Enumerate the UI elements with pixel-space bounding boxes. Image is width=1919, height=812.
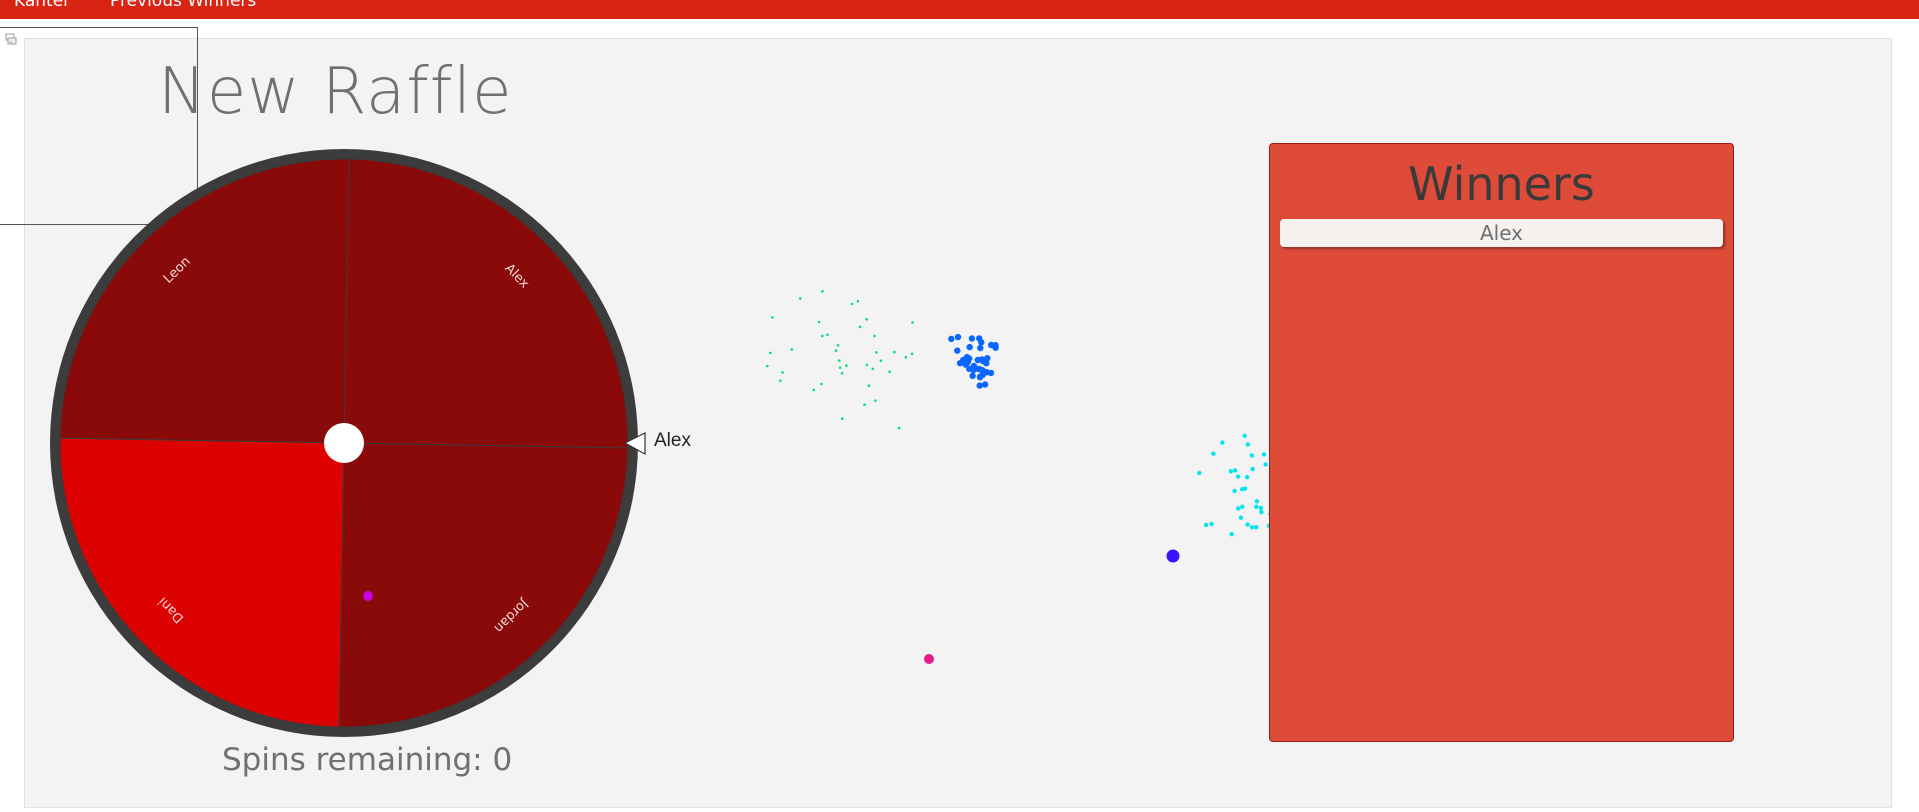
top-nav-bar: Kanter Previous Winners [0,0,1919,19]
wheel-segment-leon [59,158,350,444]
spins-remaining: Spins remaining: 0 [222,742,513,778]
winners-panel: Winners Alex [1269,143,1734,742]
broken-image-icon [5,33,17,45]
wheel-segment-alex [343,158,629,449]
selected-pointer-label: Alex [654,430,691,451]
winners-title: Winners [1408,157,1595,211]
wheel-center-hub [324,423,364,463]
nav-item-home[interactable]: Kanter [14,0,70,11]
wheel-segment-jordan [338,442,629,728]
nav-item-previous-winners[interactable]: Previous Winners [110,0,256,11]
raffle-wheel[interactable]: AlexJordanDaniLeon [40,140,660,760]
winner-entry: Alex [1280,219,1723,247]
page-title: New Raffle [158,55,513,129]
wheel-segment-dani [59,437,345,728]
